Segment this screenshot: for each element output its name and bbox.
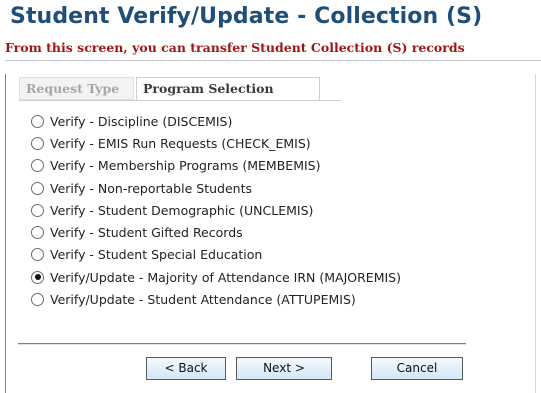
radio-button[interactable]	[31, 114, 44, 128]
header-divider	[5, 60, 541, 61]
panel-right-border	[535, 74, 536, 393]
radio-label: Verify - Membership Programs (MEMBEMIS)	[50, 158, 321, 174]
radio-button[interactable]	[31, 248, 44, 262]
radio-label: Verify - Discipline (DISCEMIS)	[50, 113, 233, 129]
radio-option-unclemis[interactable]: Verify - Student Demographic (UNCLEMIS)	[31, 199, 401, 221]
radio-label: Verify - Student Demographic (UNCLEMIS)	[50, 202, 314, 218]
tab-request-type[interactable]: Request Type	[19, 77, 134, 100]
radio-option-discemis[interactable]: Verify - Discipline (DISCEMIS)	[31, 110, 401, 132]
radio-button[interactable]	[31, 159, 44, 173]
radio-option-attupemis[interactable]: Verify/Update - Student Attendance (ATTU…	[31, 288, 401, 310]
radio-button[interactable]	[31, 136, 44, 150]
radio-option-majoremis[interactable]: Verify/Update - Majority of Attendance I…	[31, 266, 401, 288]
page-subtitle: From this screen, you can transfer Stude…	[5, 40, 465, 55]
panel-left-border	[5, 74, 6, 393]
radio-button-selected[interactable]	[31, 270, 44, 284]
radio-option-non-reportable[interactable]: Verify - Non-reportable Students	[31, 177, 401, 199]
radio-option-special-education[interactable]: Verify - Student Special Education	[31, 244, 401, 266]
page-title: Student Verify/Update - Collection (S)	[10, 4, 483, 29]
radio-button[interactable]	[31, 226, 44, 240]
radio-label: Verify/Update - Student Attendance (ATTU…	[50, 292, 356, 308]
radio-option-check-emis[interactable]: Verify - EMIS Run Requests (CHECK_EMIS)	[31, 132, 401, 154]
radio-option-gifted[interactable]: Verify - Student Gifted Records	[31, 221, 401, 243]
radio-label: Verify - EMIS Run Requests (CHECK_EMIS)	[50, 135, 311, 151]
radio-button[interactable]	[31, 181, 44, 195]
radio-button[interactable]	[31, 293, 44, 307]
button-bar-divider-highlight	[18, 344, 466, 345]
radio-label: Verify - Student Gifted Records	[50, 225, 243, 241]
radio-label: Verify - Student Special Education	[50, 247, 263, 263]
back-button[interactable]: < Back	[146, 357, 226, 380]
tab-underline	[19, 100, 341, 101]
radio-label: Verify - Non-reportable Students	[50, 180, 252, 196]
tab-program-selection[interactable]: Program Selection	[136, 77, 320, 101]
radio-option-membemis[interactable]: Verify - Membership Programs (MEMBEMIS)	[31, 155, 401, 177]
program-radio-list: Verify - Discipline (DISCEMIS) Verify - …	[31, 110, 401, 311]
next-button[interactable]: Next >	[236, 357, 332, 380]
radio-button[interactable]	[31, 203, 44, 217]
radio-label: Verify/Update - Majority of Attendance I…	[50, 269, 401, 285]
cancel-button[interactable]: Cancel	[371, 357, 463, 380]
